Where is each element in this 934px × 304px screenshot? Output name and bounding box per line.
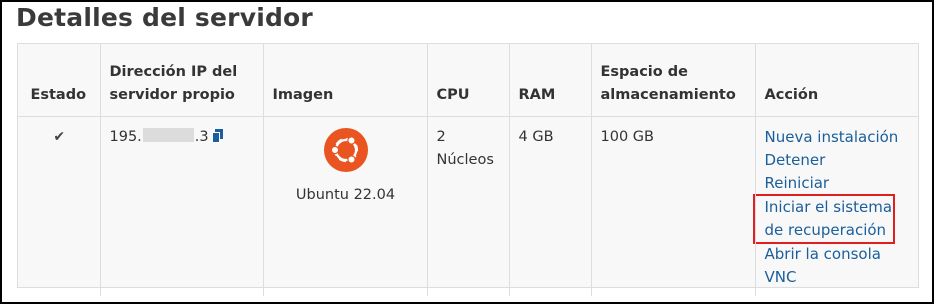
reinstall-link[interactable]: Nueva instalación — [765, 126, 911, 149]
status-cell: ✔ — [18, 117, 100, 297]
header-action: Acción — [754, 44, 918, 117]
rescue-system-link[interactable]: Iniciar el sistema de recuperación — [752, 194, 895, 244]
header-cpu: CPU — [426, 44, 509, 117]
cpu-cell: 2 Núcleos — [426, 116, 509, 296]
table-row: ✔ 195. .3 Ubuntu 22.04 2 Núcleos 4 GB 10… — [18, 116, 918, 297]
storage-cell: 100 GB — [590, 116, 755, 296]
image-cell: Ubuntu 22.04 — [262, 116, 427, 296]
vnc-console-link[interactable]: Abrir la consola VNC — [765, 243, 911, 289]
stop-link[interactable]: Detener — [765, 149, 911, 172]
header-status: Estado — [18, 44, 100, 117]
copy-icon[interactable] — [211, 128, 223, 151]
ubuntu-logo-icon — [323, 128, 368, 172]
server-details-window: Detalles del servidor Estado Dirección I… — [0, 0, 934, 304]
ram-cell: 4 GB — [508, 116, 591, 296]
actions-cell: Nueva instalación Detener Reiniciar Inic… — [752, 116, 918, 296]
table-header-row: Estado Dirección IP del servidor propio … — [18, 44, 918, 117]
ip-prefix: 195. — [109, 129, 142, 145]
check-icon: ✔ — [53, 129, 66, 145]
header-storage: Espacio de almacenamiento — [590, 44, 755, 117]
header-ip: Dirección IP del servidor propio — [99, 44, 263, 117]
server-details-panel: Estado Dirección IP del servidor propio … — [17, 43, 919, 296]
header-ram: RAM — [508, 44, 591, 117]
ip-suffix: .3 — [194, 129, 209, 145]
image-name: Ubuntu 22.04 — [295, 187, 396, 203]
ip-cell: 195. .3 — [99, 116, 263, 296]
ip-address: 195. .3 — [109, 128, 223, 145]
page-title: Detalles del servidor — [16, 3, 313, 32]
ip-redaction — [142, 128, 194, 142]
header-image: Imagen — [262, 44, 427, 117]
restart-link[interactable]: Reiniciar — [765, 172, 911, 195]
server-details-table: Estado Dirección IP del servidor propio … — [18, 44, 918, 296]
